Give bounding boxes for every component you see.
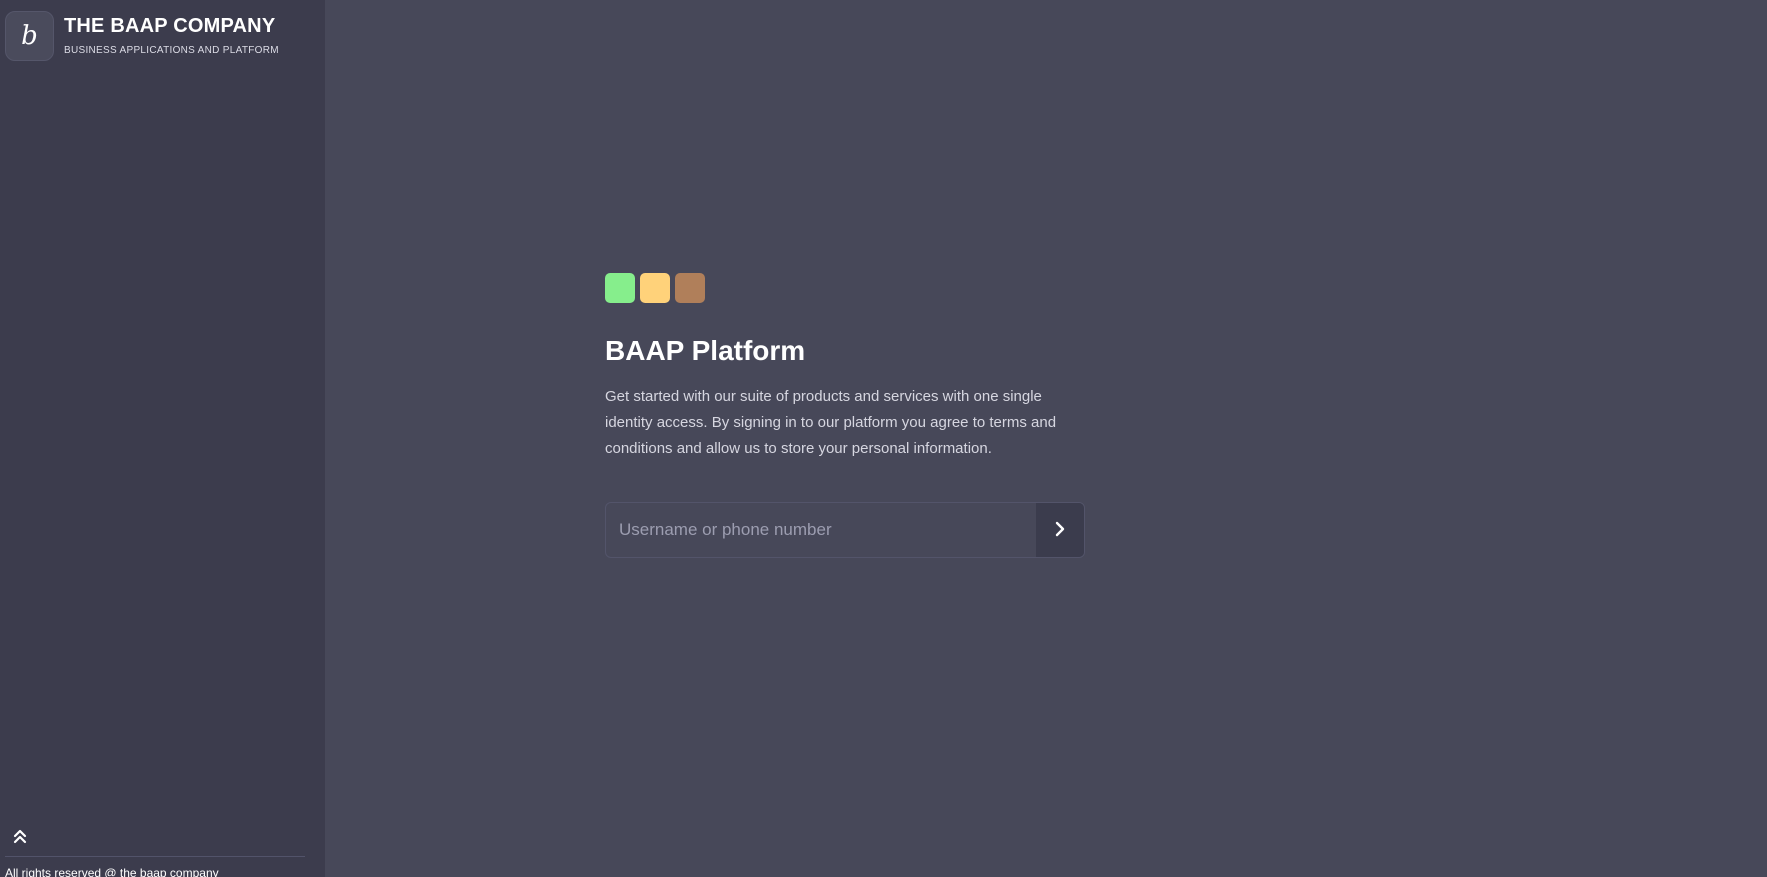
- green-square: [605, 273, 635, 303]
- logo: b: [5, 11, 54, 61]
- login-card: BAAP Platform Get started with our suite…: [605, 273, 1085, 558]
- color-squares: [605, 273, 1085, 303]
- sidebar: b THE BAAP COMPANY BUSINESS APPLICATIONS…: [0, 0, 325, 877]
- main-panel: BAAP Platform Get started with our suite…: [325, 0, 1767, 877]
- brand[interactable]: b THE BAAP COMPANY BUSINESS APPLICATIONS…: [5, 11, 279, 61]
- page-description: Get started with our suite of products a…: [605, 388, 1057, 457]
- chevron-right-icon: [1053, 520, 1067, 541]
- page-title: BAAP Platform: [605, 335, 806, 366]
- app-root: b THE BAAP COMPANY BUSINESS APPLICATIONS…: [0, 0, 1767, 877]
- brand-title: THE BAAP COMPANY: [64, 15, 276, 37]
- yellow-square: [640, 273, 670, 303]
- sidebar-divider: [5, 856, 305, 857]
- brand-subtitle: BUSINESS APPLICATIONS AND PLATFORM: [64, 45, 279, 56]
- brand-text: THE BAAP COMPANY BUSINESS APPLICATIONS A…: [64, 11, 279, 57]
- footer-copyright: All rights reserved @ the baap company: [5, 866, 219, 877]
- brown-square: [675, 273, 705, 303]
- submit-button[interactable]: [1036, 503, 1084, 557]
- double-chevron-up-icon[interactable]: [10, 826, 30, 846]
- username-input[interactable]: [606, 503, 1036, 557]
- login-form: [605, 502, 1085, 558]
- logo-letter: b: [21, 21, 38, 51]
